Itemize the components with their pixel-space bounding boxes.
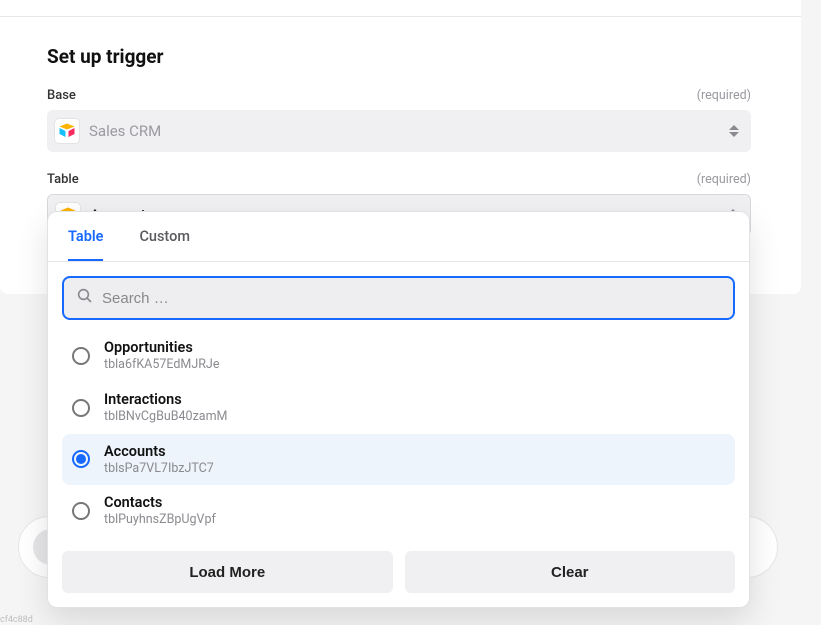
radio-icon: [72, 450, 90, 468]
option-opportunities[interactable]: Opportunities tbla6fKA57EdMJRJe: [62, 330, 735, 382]
sort-icon: [729, 125, 739, 137]
option-id: tbla6fKA57EdMJRJe: [104, 357, 219, 373]
option-name: Opportunities: [104, 339, 219, 357]
radio-icon: [72, 399, 90, 417]
option-name: Contacts: [104, 494, 216, 512]
airtable-icon: [55, 119, 79, 143]
tab-table[interactable]: Table: [68, 228, 103, 261]
search-icon: [76, 287, 94, 309]
option-accounts[interactable]: Accounts tblsPa7VL7IbzJTC7: [62, 434, 735, 486]
tab-custom[interactable]: Custom: [139, 228, 190, 261]
base-label: Base: [47, 88, 76, 103]
option-id: tblsPa7VL7IbzJTC7: [104, 461, 214, 477]
base-selected-text: Sales CRM: [89, 122, 719, 140]
top-bar: [0, 0, 801, 17]
search-box[interactable]: [62, 276, 735, 320]
table-dropdown: Table Custom Opportunities tbla6fKA57EdM…: [47, 211, 750, 608]
base-required: (required): [697, 88, 751, 103]
option-id: tblPuyhnsZBpUgVpf: [104, 512, 216, 528]
search-input[interactable]: [102, 290, 721, 307]
option-id: tblBNvCgBuB40zamM: [104, 409, 227, 425]
load-more-button[interactable]: Load More: [62, 551, 393, 593]
table-required: (required): [697, 172, 751, 187]
base-select[interactable]: Sales CRM: [47, 110, 751, 152]
page-title: Set up trigger: [47, 45, 751, 68]
footer-hash: cf4c88d: [0, 615, 33, 625]
setup-panel: Set up trigger Base (required) Sales CRM…: [0, 17, 801, 294]
radio-icon: [72, 502, 90, 520]
dropdown-tabs: Table Custom: [48, 212, 749, 262]
option-name: Interactions: [104, 391, 227, 409]
options-list: Opportunities tbla6fKA57EdMJRJe Interact…: [48, 330, 749, 537]
clear-button[interactable]: Clear: [405, 551, 736, 593]
option-contacts[interactable]: Contacts tblPuyhnsZBpUgVpf: [62, 485, 735, 537]
option-name: Accounts: [104, 443, 214, 461]
table-label: Table: [47, 172, 79, 187]
option-interactions[interactable]: Interactions tblBNvCgBuB40zamM: [62, 382, 735, 434]
radio-icon: [72, 347, 90, 365]
